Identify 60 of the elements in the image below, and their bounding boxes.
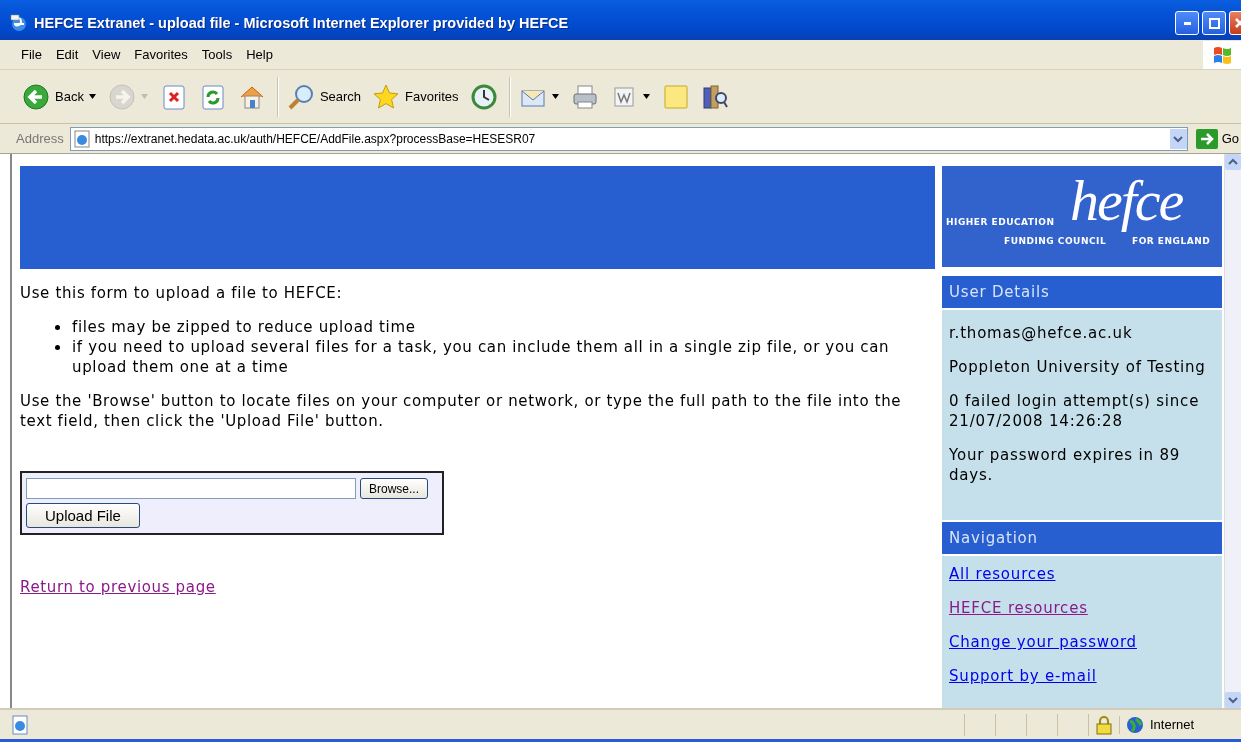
user-detail-text: Poppleton University of Testing <box>949 357 1207 378</box>
arrow-right-icon <box>107 82 136 111</box>
caret-icon <box>551 93 560 100</box>
return-link[interactable]: Return to previous page <box>20 577 216 597</box>
user-detail-text: Your password expires in 89 days. <box>949 445 1182 486</box>
user-detail-text: 0 failed login attempt(s) since 21/07/2008 14:26:28 <box>949 391 1201 432</box>
arrow-left-icon <box>22 82 50 111</box>
bullet-item: files may be zipped to reduce upload time <box>53 317 935 337</box>
menu-item[interactable]: Tools <box>194 45 240 64</box>
menu-item[interactable]: Favorites <box>127 45 195 64</box>
note-icon <box>661 82 690 111</box>
go-button[interactable]: Go <box>1193 128 1241 149</box>
security-zone-text: Internet <box>1150 717 1195 732</box>
nav-link[interactable]: HEFCE resources <box>949 599 1088 617</box>
instructions-text: Use the 'Browse' button to locate files on your computer or network, or type the full path to the file into the text field, then click the 'Upload File' button. <box>20 391 903 431</box>
section-header: User Details <box>942 276 1222 309</box>
logo-wordmark: hefce <box>1070 172 1183 230</box>
page-icon <box>72 129 91 148</box>
search-button[interactable]: Search <box>282 79 366 114</box>
section-header: Navigation <box>942 522 1222 554</box>
star-icon <box>372 82 401 111</box>
browser-icon <box>10 14 28 32</box>
caret-icon <box>642 93 651 100</box>
clock-icon <box>469 82 498 111</box>
maximize-button[interactable] <box>1202 11 1226 35</box>
file-path-field[interactable] <box>26 478 356 499</box>
menu-item[interactable]: Edit <box>48 45 86 64</box>
intro-text: Use this form to upload a file to HEFCE: <box>20 283 344 303</box>
minimize-icon <box>1183 21 1191 25</box>
nav-link[interactable]: Change your password <box>949 633 1137 651</box>
scroll-up-icon[interactable] <box>1225 154 1241 170</box>
padlock-icon <box>1096 714 1112 735</box>
user-detail-text: r.thomas@hefce.ac.uk <box>949 323 1134 344</box>
page-icon <box>10 714 30 735</box>
logo-text: FOR ENGLAND <box>1132 236 1211 247</box>
nav-link[interactable]: All resources <box>949 565 1056 583</box>
address-label: Address <box>16 131 64 146</box>
nav-link[interactable]: Support by e-mail <box>949 667 1097 685</box>
favorites-button[interactable]: Favorites <box>368 79 463 114</box>
minimize-button[interactable] <box>1175 11 1199 35</box>
bullet-item: if you need to upload several files for a task, you can include them all in a single zip file, or you can upload them one at a time <box>53 337 935 377</box>
arrow-right-icon <box>1195 128 1218 149</box>
caret-icon <box>140 93 149 100</box>
logo-text: HIGHER EDUCATION <box>946 217 1055 228</box>
window-title: HEFCE Extranet - upload file - Microsoft Internet Explorer provided by HEFCE <box>34 15 570 31</box>
globe-icon <box>1126 715 1144 734</box>
search-icon <box>286 82 315 111</box>
menu-item[interactable]: View <box>85 45 128 64</box>
books-icon <box>700 82 729 111</box>
printer-icon <box>570 82 599 111</box>
back-button[interactable]: Back <box>18 79 101 114</box>
caret-icon <box>88 93 97 100</box>
menu-item[interactable]: File <box>14 45 49 64</box>
maximize-icon <box>1208 17 1220 29</box>
browse-button[interactable]: Browse... <box>360 478 428 499</box>
logo-text: FUNDING COUNCIL <box>1004 236 1107 247</box>
upload-file-button[interactable]: Upload File <box>26 503 140 528</box>
scroll-down-icon[interactable] <box>1225 692 1241 708</box>
address-field[interactable]: https://extranet.hedata.ac.uk/auth/HEFCE/AddFile.aspx?processBase=HESESR07 <box>69 126 1188 151</box>
menu-item[interactable]: Help <box>239 45 280 64</box>
